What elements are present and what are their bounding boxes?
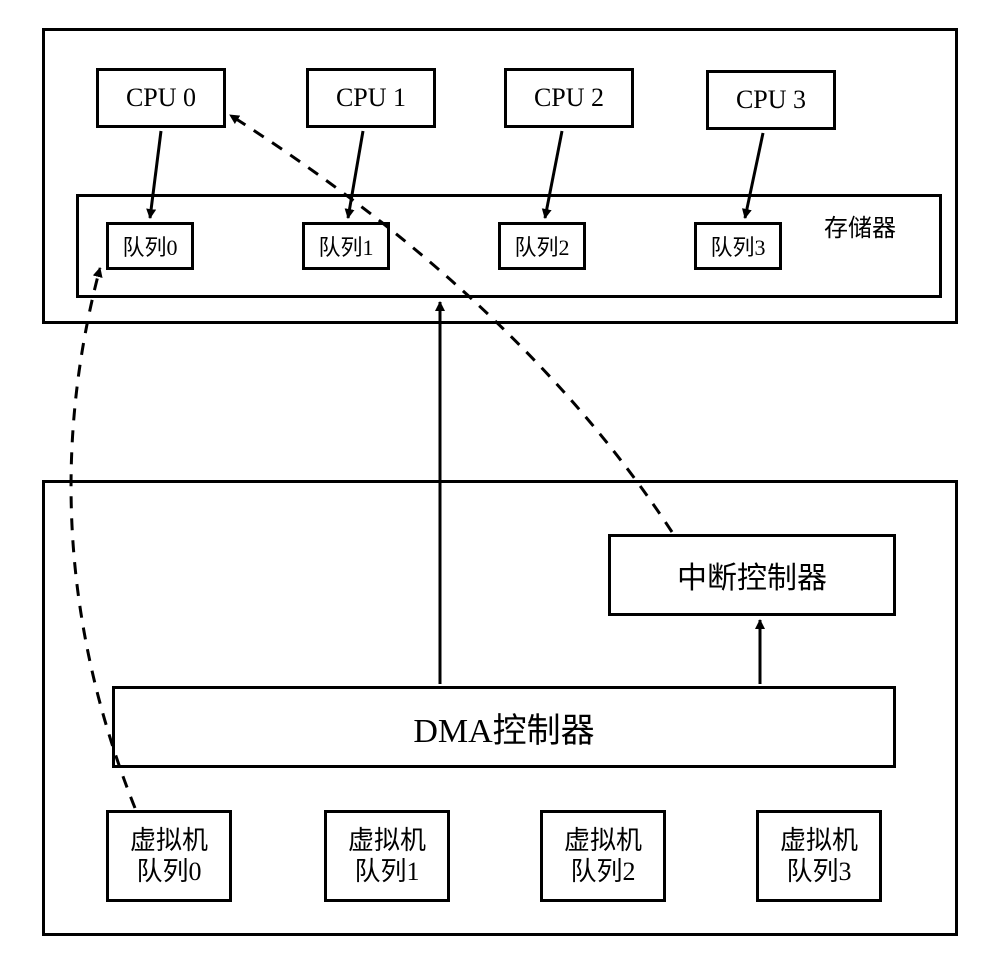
vm-queue-2: 虚拟机 队列2 <box>540 810 666 902</box>
dma-controller-label: DMA控制器 <box>413 703 594 752</box>
cpu-0-label: CPU 0 <box>126 83 196 113</box>
cpu-1-label: CPU 1 <box>336 83 406 113</box>
cpu-0: CPU 0 <box>96 68 226 128</box>
queue-3: 队列3 <box>694 222 782 270</box>
memory-label: 存储器 <box>824 208 896 243</box>
vm-queue-1: 虚拟机 队列1 <box>324 810 450 902</box>
queue-1: 队列1 <box>302 222 390 270</box>
vm-queue-0: 虚拟机 队列0 <box>106 810 232 902</box>
queue-0-label: 队列0 <box>122 230 177 262</box>
cpu-2-label: CPU 2 <box>534 83 604 113</box>
cpu-2: CPU 2 <box>504 68 634 128</box>
cpu-1: CPU 1 <box>306 68 436 128</box>
vm-queue-2-label: 虚拟机 队列2 <box>564 825 642 887</box>
cpu-3-label: CPU 3 <box>736 85 806 115</box>
dma-controller: DMA控制器 <box>112 686 896 768</box>
vm-queue-3: 虚拟机 队列3 <box>756 810 882 902</box>
interrupt-controller-label: 中断控制器 <box>677 553 827 597</box>
queue-2-label: 队列2 <box>514 230 569 262</box>
cpu-3: CPU 3 <box>706 70 836 130</box>
queue-2: 队列2 <box>498 222 586 270</box>
vm-queue-1-label: 虚拟机 队列1 <box>348 825 426 887</box>
interrupt-controller: 中断控制器 <box>608 534 896 616</box>
queue-3-label: 队列3 <box>710 230 765 262</box>
queue-1-label: 队列1 <box>318 230 373 262</box>
queue-0: 队列0 <box>106 222 194 270</box>
vm-queue-3-label: 虚拟机 队列3 <box>780 825 858 887</box>
vm-queue-0-label: 虚拟机 队列0 <box>130 825 208 887</box>
